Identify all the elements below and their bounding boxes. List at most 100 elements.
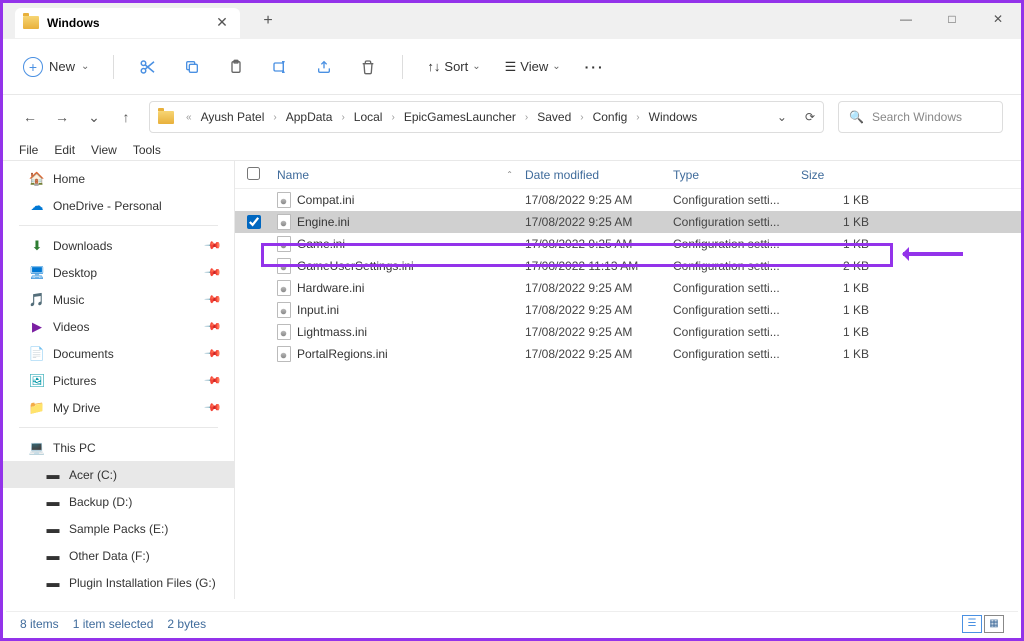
crumb[interactable]: AppData <box>285 110 334 124</box>
share-icon[interactable] <box>314 57 334 77</box>
pin-icon: 📌 <box>204 398 223 417</box>
file-size: 1 KB <box>801 347 881 361</box>
close-window-button[interactable]: ✕ <box>975 3 1021 35</box>
column-name[interactable]: Name⌃ <box>277 168 525 182</box>
sidebar-item-pictures[interactable]: 🖼Pictures📌 <box>3 367 234 394</box>
sidebar-item-documents[interactable]: 📄Documents📌 <box>3 340 234 367</box>
crumb[interactable]: EpicGamesLauncher <box>403 110 517 124</box>
crumb[interactable]: Ayush Patel <box>200 110 266 124</box>
sidebar-item-mydrive[interactable]: 📁My Drive📌 <box>3 394 234 421</box>
table-row[interactable]: Engine.ini17/08/2022 9:25 AMConfiguratio… <box>235 211 1021 233</box>
new-button[interactable]: + New ⌄ <box>23 57 89 77</box>
column-headers: Name⌃ Date modified Type Size <box>235 161 1021 189</box>
view-mode-icons: ☰ ▦ <box>962 615 1004 633</box>
separator <box>113 55 114 79</box>
column-size[interactable]: Size <box>801 168 881 182</box>
file-list: Name⌃ Date modified Type Size Compat.ini… <box>235 161 1021 599</box>
search-placeholder: Search Windows <box>872 110 962 124</box>
drive-icon: ▬ <box>45 467 61 483</box>
file-name: GameUserSettings.ini <box>297 259 414 273</box>
sidebar-item-home[interactable]: 🏠Home <box>3 165 234 192</box>
thumbnails-view-icon[interactable]: ▦ <box>984 615 1004 633</box>
menu-tools[interactable]: Tools <box>133 143 161 157</box>
pin-icon: 📌 <box>204 236 223 255</box>
drive-icon: ▬ <box>45 521 61 537</box>
menu-view[interactable]: View <box>91 143 117 157</box>
statusbar: 8 items 1 item selected 2 bytes ☰ ▦ <box>6 611 1018 635</box>
folder-icon: 📁 <box>29 400 45 416</box>
crumb[interactable]: Config <box>592 110 629 124</box>
status-count: 8 items <box>20 617 59 631</box>
sidebar-item-onedrive[interactable]: ☁OneDrive - Personal <box>3 192 234 219</box>
menu-edit[interactable]: Edit <box>54 143 75 157</box>
forward-button[interactable]: → <box>53 109 71 125</box>
picture-icon: 🖼 <box>29 373 45 389</box>
maximize-button[interactable]: □ <box>929 3 975 35</box>
copy-icon[interactable] <box>182 57 202 77</box>
file-icon <box>277 346 291 362</box>
crumb[interactable]: Windows <box>648 110 699 124</box>
breadcrumb[interactable]: « Ayush Patel › AppData › Local › EpicGa… <box>149 101 824 133</box>
sort-button[interactable]: ↑↓ Sort ⌄ <box>427 59 480 74</box>
menu-file[interactable]: File <box>19 143 38 157</box>
crumb[interactable]: Local <box>353 110 384 124</box>
file-name: Compat.ini <box>297 193 354 207</box>
sidebar-item-drive-d[interactable]: ▬Backup (D:) <box>3 488 234 515</box>
status-bytes: 2 bytes <box>167 617 206 631</box>
table-row[interactable]: PortalRegions.ini17/08/2022 9:25 AMConfi… <box>235 343 1021 365</box>
up-button[interactable]: ↑ <box>117 109 135 125</box>
recent-dropdown[interactable]: ⌄ <box>85 109 103 126</box>
table-row[interactable]: Input.ini17/08/2022 9:25 AMConfiguration… <box>235 299 1021 321</box>
sidebar-item-drive-f[interactable]: ▬Other Data (F:) <box>3 542 234 569</box>
table-row[interactable]: Hardware.ini17/08/2022 9:25 AMConfigurat… <box>235 277 1021 299</box>
music-icon: 🎵 <box>29 292 45 308</box>
view-button[interactable]: ☰ View ⌄ <box>505 59 561 75</box>
dropdown-icon[interactable]: ⌄ <box>777 110 787 124</box>
paste-icon[interactable] <box>226 57 246 77</box>
close-tab-icon[interactable]: ✕ <box>214 15 230 31</box>
new-label: New <box>49 59 75 74</box>
menubar: File Edit View Tools <box>3 139 1021 161</box>
file-name: Input.ini <box>297 303 339 317</box>
search-input[interactable]: 🔍 Search Windows <box>838 101 1003 133</box>
chevron-right-icon: › <box>521 112 532 123</box>
new-tab-button[interactable]: + <box>254 7 282 35</box>
minimize-button[interactable]: — <box>883 3 929 35</box>
pin-icon: 📌 <box>204 371 223 390</box>
column-type[interactable]: Type <box>673 168 801 182</box>
file-icon <box>277 258 291 274</box>
select-all-checkbox[interactable] <box>247 167 277 183</box>
column-date[interactable]: Date modified <box>525 168 673 182</box>
sidebar-item-drive-c[interactable]: ▬Acer (C:) <box>3 461 234 488</box>
refresh-icon[interactable]: ⟳ <box>805 110 815 124</box>
cut-icon[interactable] <box>138 57 158 77</box>
file-name: PortalRegions.ini <box>297 347 388 361</box>
delete-icon[interactable] <box>358 57 378 77</box>
table-row[interactable]: Compat.ini17/08/2022 9:25 AMConfiguratio… <box>235 189 1021 211</box>
sidebar-item-music[interactable]: 🎵Music📌 <box>3 286 234 313</box>
file-type: Configuration setti... <box>673 281 801 295</box>
sidebar-item-thispc[interactable]: 💻This PC <box>3 434 234 461</box>
file-size: 1 KB <box>801 325 881 339</box>
file-icon <box>277 302 291 318</box>
back-button[interactable]: ← <box>21 109 39 125</box>
sidebar-item-videos[interactable]: ▶Videos📌 <box>3 313 234 340</box>
document-icon: 📄 <box>29 346 45 362</box>
active-tab[interactable]: Windows ✕ <box>15 8 240 38</box>
sidebar-item-downloads[interactable]: ⬇Downloads📌 <box>3 232 234 259</box>
details-view-icon[interactable]: ☰ <box>962 615 982 633</box>
crumb[interactable]: Saved <box>536 110 572 124</box>
sidebar-item-drive-g[interactable]: ▬Plugin Installation Files (G:) <box>3 569 234 596</box>
chevron-right-icon: › <box>337 112 348 123</box>
row-checkbox[interactable] <box>247 215 277 229</box>
file-size: 2 KB <box>801 259 881 273</box>
sidebar-item-drive-e[interactable]: ▬Sample Packs (E:) <box>3 515 234 542</box>
sidebar-item-desktop[interactable]: 🖥Desktop📌 <box>3 259 234 286</box>
rename-icon[interactable] <box>270 57 290 77</box>
more-button[interactable]: ··· <box>585 59 605 75</box>
table-row[interactable]: Lightmass.ini17/08/2022 9:25 AMConfigura… <box>235 321 1021 343</box>
home-icon: 🏠 <box>29 171 45 187</box>
sort-label: Sort <box>444 59 468 74</box>
crumb-overflow[interactable]: « <box>182 112 196 123</box>
chevron-right-icon: › <box>269 112 280 123</box>
